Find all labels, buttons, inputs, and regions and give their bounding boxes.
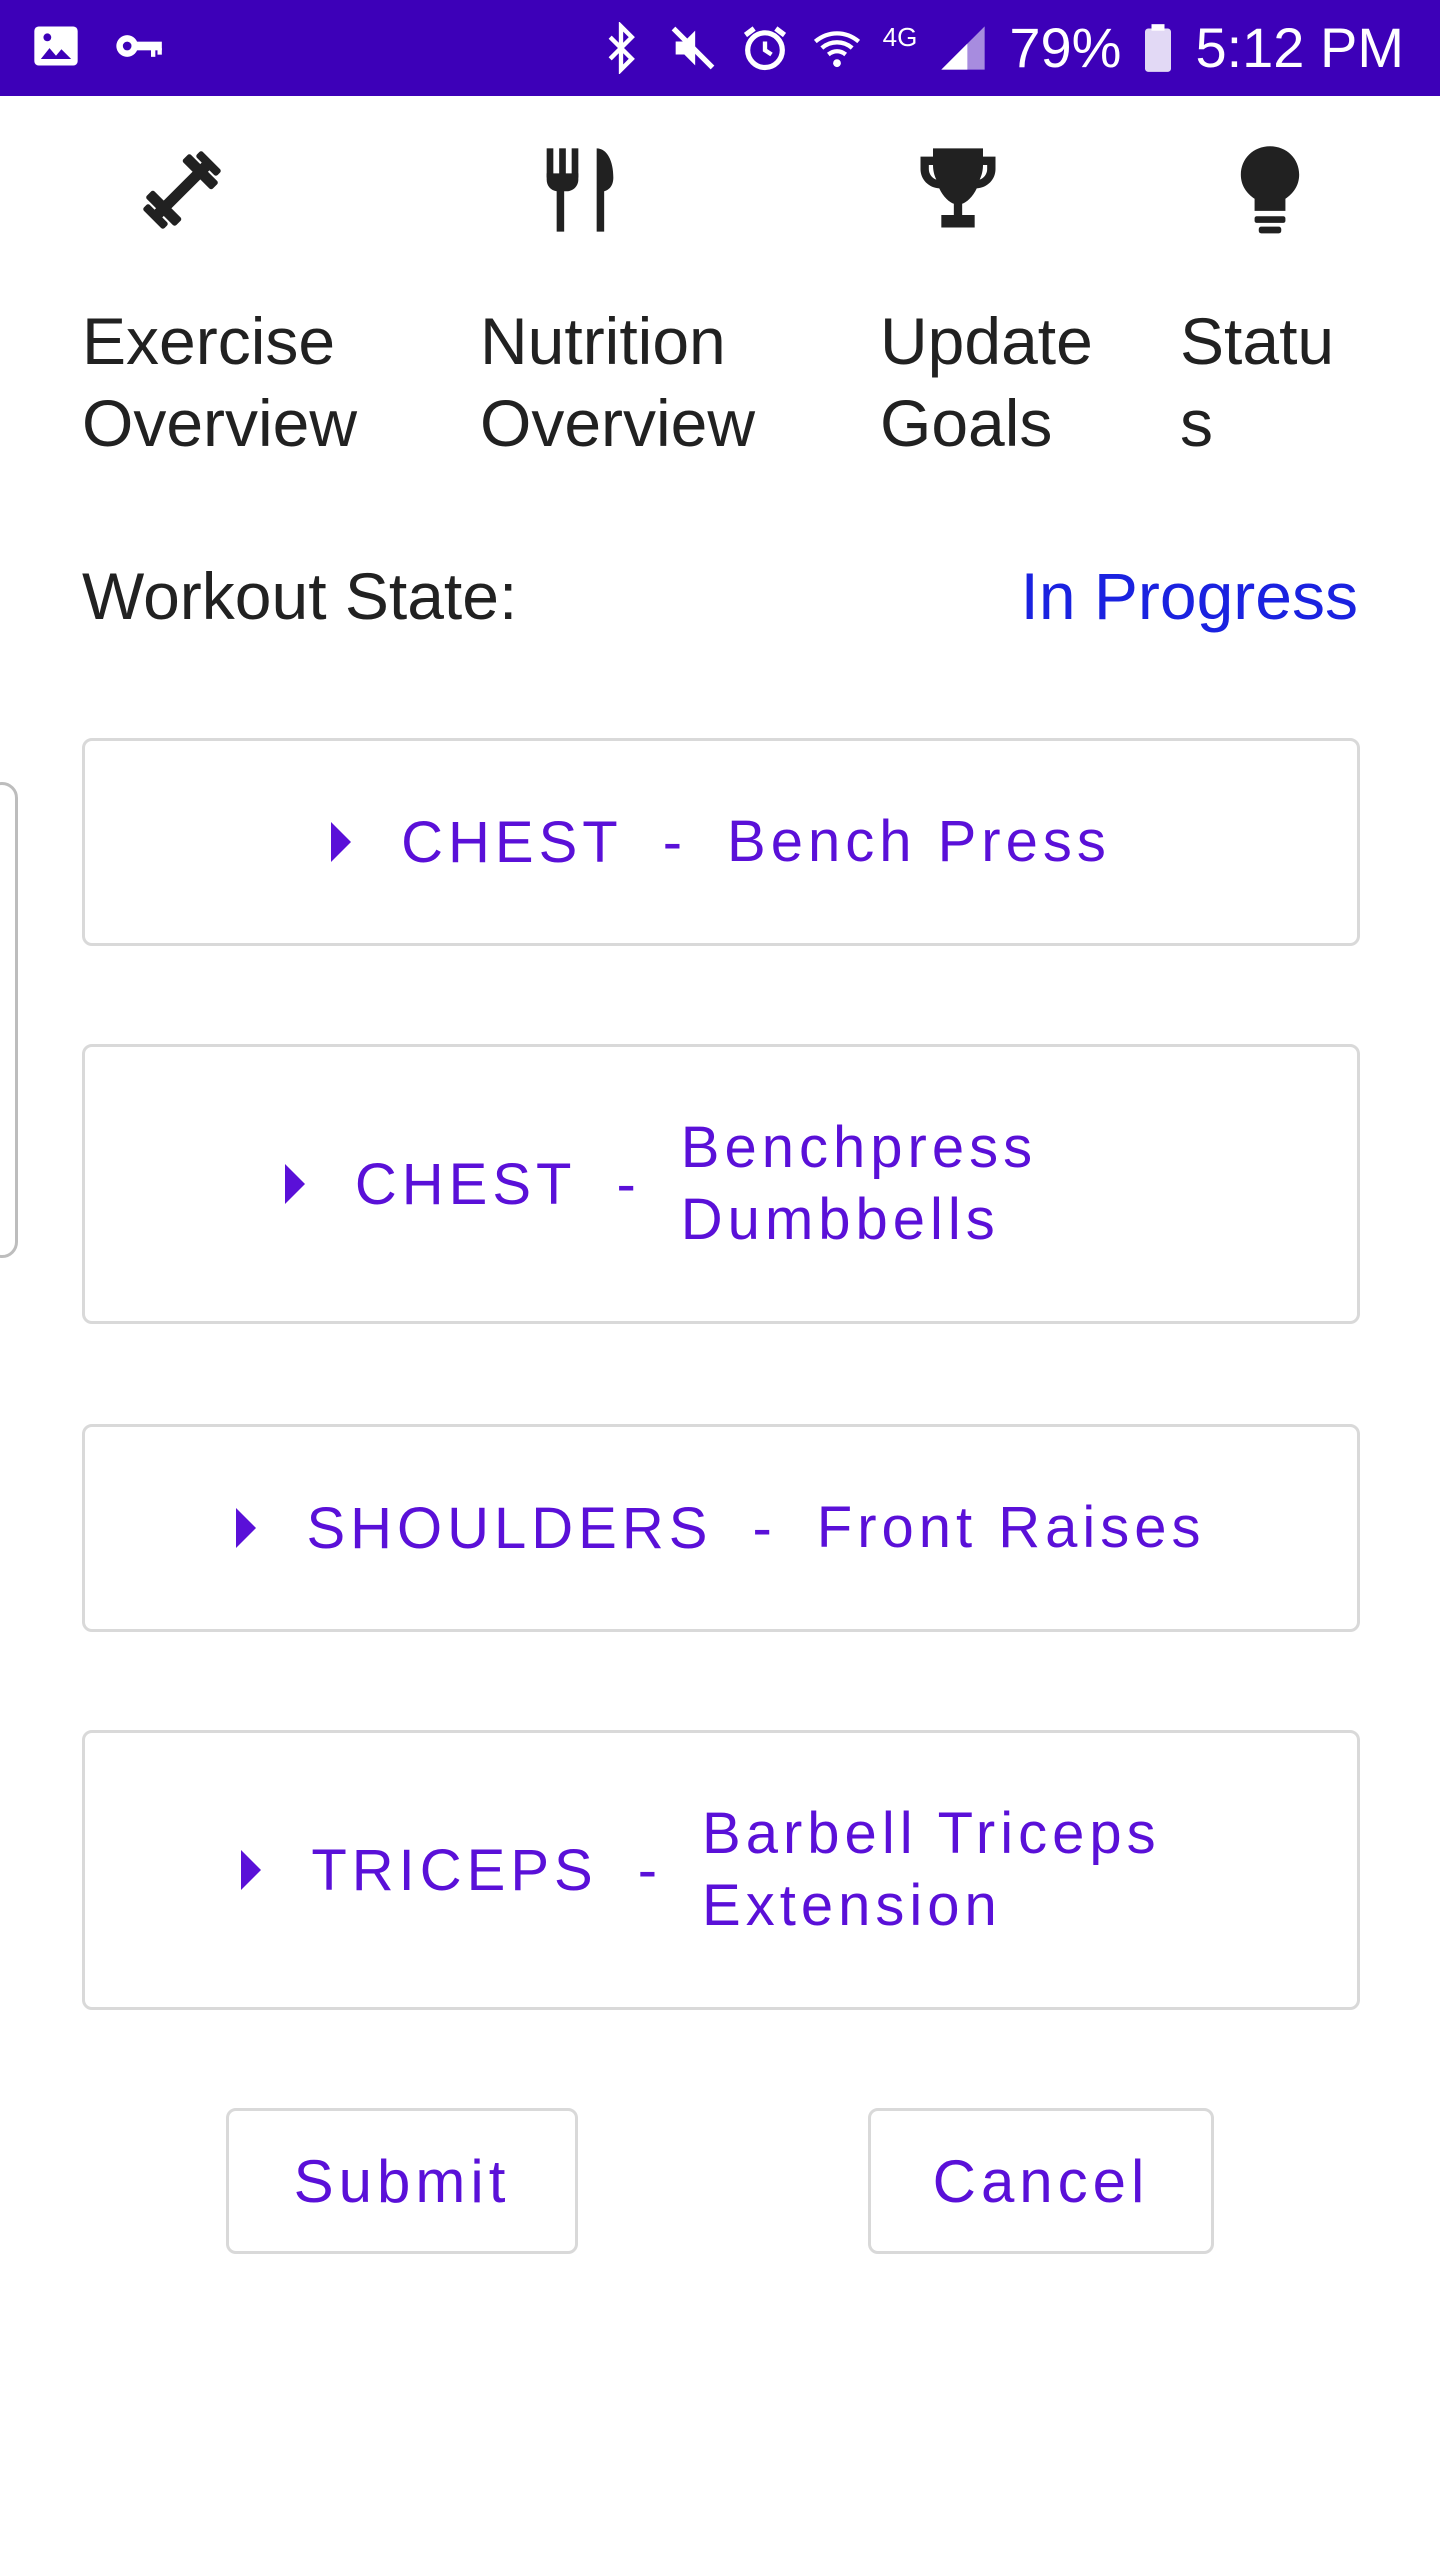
- exercise-muscle: CHEST: [354, 1151, 577, 1217]
- exercise-card-content: CHEST - Bench Press: [331, 806, 1111, 878]
- battery-icon: [1145, 24, 1172, 72]
- image-icon: [34, 26, 78, 66]
- exercise-card-content: CHEST - Benchpress Dumbbells: [284, 1112, 1038, 1256]
- nav-update-goals[interactable]: Update Goals: [880, 140, 1120, 470]
- signal-icon: [941, 26, 986, 70]
- exercise-name: Front Raises: [816, 1495, 1206, 1560]
- wifi-icon: [813, 31, 860, 68]
- nav-nutrition-overview[interactable]: Nutrition Overview: [480, 140, 820, 470]
- status-bar-left: [30, 20, 164, 72]
- mute-icon: [671, 26, 714, 70]
- submit-button[interactable]: Submit: [226, 2108, 578, 2254]
- exercise-card-content: TRICEPS - Barbell Triceps Extension: [241, 1798, 1160, 1942]
- nav-status[interactable]: Statu s: [1180, 140, 1380, 470]
- alarm-icon: [743, 26, 786, 71]
- battery-percent: 79%: [1009, 16, 1122, 79]
- exercise-separator: -: [616, 1151, 641, 1217]
- exercise-separator: -: [662, 809, 688, 875]
- expand-arrow-icon: [331, 822, 352, 862]
- expand-arrow-icon: [241, 1850, 262, 1890]
- cancel-button[interactable]: Cancel: [868, 2108, 1214, 2254]
- exercise-separator: -: [637, 1837, 663, 1903]
- key-icon: [116, 35, 162, 57]
- exercise-card[interactable]: SHOULDERS - Front Raises: [82, 1424, 1360, 1632]
- utensils-icon: [546, 148, 614, 232]
- exercise-muscle: CHEST: [401, 809, 623, 875]
- trophy-icon: [920, 148, 996, 228]
- nav-label-status: Statu s: [1180, 304, 1335, 460]
- bluetooth-icon: [608, 22, 635, 74]
- exercise-card[interactable]: CHEST - Benchpress Dumbbells: [82, 1044, 1360, 1324]
- exercise-name: Bench Press: [727, 809, 1111, 874]
- workout-state-value: In Progress: [1020, 559, 1358, 633]
- exercise-card-content: SHOULDERS - Front Raises: [236, 1492, 1205, 1564]
- network-type: 4G: [882, 22, 918, 52]
- status-bar-right: 4G 79% 5:12 PM: [595, 14, 1404, 82]
- exercise-name: Benchpress Dumbbells: [680, 1115, 1038, 1252]
- nav-label-update-goals: Update Goals: [880, 304, 1093, 460]
- expand-arrow-icon: [284, 1164, 305, 1204]
- expand-arrow-icon: [236, 1508, 257, 1548]
- exercise-muscle: TRICEPS: [311, 1837, 598, 1903]
- nav-label-exercise-overview: Exercise Overview: [82, 304, 358, 460]
- nav-label-nutrition-overview: Nutrition Overview: [480, 304, 756, 460]
- clock: 5:12 PM: [1195, 16, 1404, 79]
- exercise-name: Barbell Triceps Extension: [702, 1801, 1161, 1938]
- exercise-separator: -: [752, 1495, 777, 1561]
- lightbulb-icon: [1240, 146, 1300, 234]
- edge-panel-handle[interactable]: [0, 782, 18, 1258]
- nav-exercise-overview[interactable]: Exercise Overview: [82, 140, 422, 470]
- dumbbell-icon: [143, 151, 221, 229]
- status-bar: 4G 79% 5:12 PM: [0, 0, 1440, 96]
- exercise-muscle: SHOULDERS: [306, 1495, 713, 1561]
- exercise-card[interactable]: CHEST - Bench Press: [82, 738, 1360, 946]
- workout-state-label: Workout State:: [82, 559, 518, 633]
- exercise-card[interactable]: TRICEPS - Barbell Triceps Extension: [82, 1730, 1360, 2010]
